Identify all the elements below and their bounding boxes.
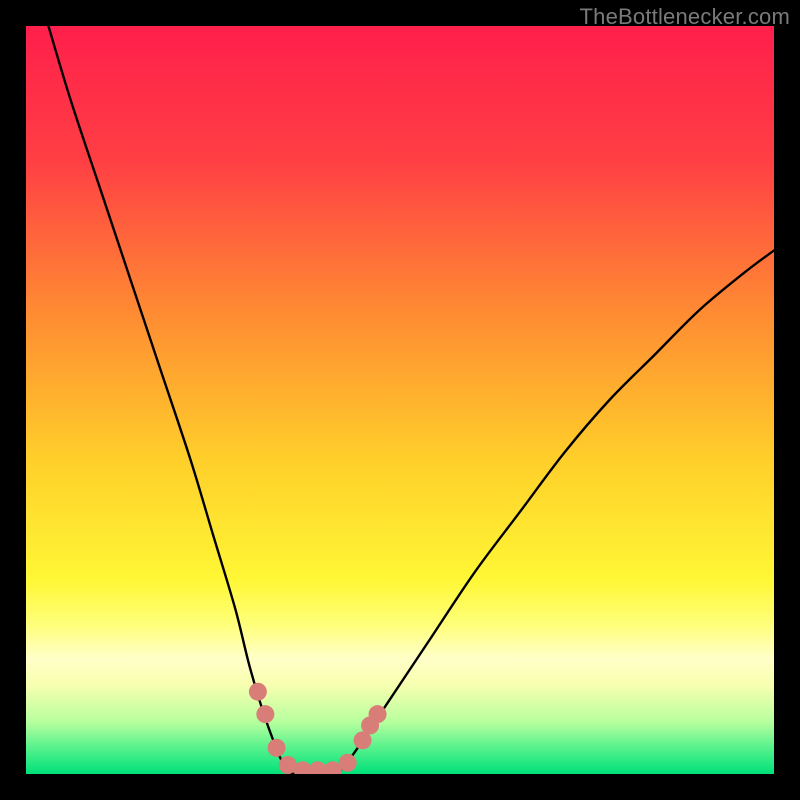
data-marker [249, 683, 267, 701]
data-marker [268, 739, 286, 757]
data-marker [339, 754, 357, 772]
chart-frame: TheBottlenecker.com [0, 0, 800, 800]
curve-layer [26, 26, 774, 774]
watermark-text: TheBottlenecker.com [580, 4, 790, 30]
data-marker [369, 705, 387, 723]
bottleneck-curve [48, 26, 774, 774]
plot-area [26, 26, 774, 774]
data-marker [256, 705, 274, 723]
